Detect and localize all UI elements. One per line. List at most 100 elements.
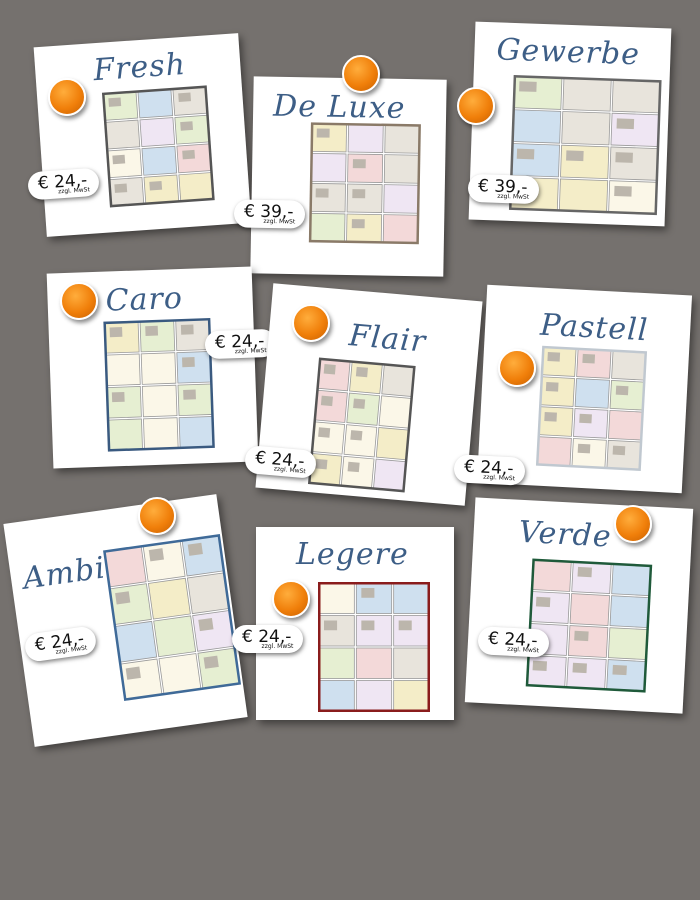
furniture	[545, 381, 559, 392]
room	[382, 214, 419, 244]
furniture	[109, 327, 123, 338]
furniture	[111, 391, 125, 403]
room	[186, 572, 230, 615]
room	[381, 363, 416, 397]
room	[103, 321, 140, 354]
floor-plan-image	[525, 558, 653, 693]
room	[340, 455, 375, 490]
furniture	[149, 181, 163, 191]
vat-note: zzgl. MwSt	[482, 473, 516, 483]
room	[178, 416, 215, 449]
furniture	[566, 150, 584, 162]
room	[536, 436, 572, 467]
room	[139, 117, 176, 148]
furniture	[615, 152, 633, 163]
plan-card-legere[interactable]: Legere	[256, 527, 454, 720]
room	[158, 653, 202, 695]
furniture	[574, 630, 589, 642]
furniture	[320, 395, 333, 407]
vat-note: zzgl. MwSt	[261, 643, 294, 650]
furniture	[183, 389, 196, 400]
furniture	[516, 148, 535, 160]
price-tag: € 24,- zzgl. MwSt	[27, 167, 101, 201]
card-title: Flair	[347, 318, 428, 360]
room	[529, 591, 571, 624]
room	[393, 647, 430, 679]
furniture	[347, 461, 360, 473]
furniture	[148, 548, 164, 562]
furniture	[198, 617, 214, 632]
furniture	[350, 430, 363, 441]
plan-card-fresh[interactable]: Fresh	[33, 33, 252, 237]
plan-card-de-luxe[interactable]: De Luxe	[250, 76, 447, 277]
floor-plan-image	[308, 122, 421, 245]
room	[531, 559, 572, 592]
room	[142, 540, 186, 582]
room	[141, 145, 178, 176]
room	[181, 534, 225, 577]
room	[384, 124, 421, 154]
room	[608, 409, 644, 441]
room	[513, 75, 563, 110]
price-tag: € 24,- zzgl. MwSt	[232, 625, 304, 653]
furniture	[612, 445, 626, 456]
room	[511, 109, 562, 144]
plan-card-verde[interactable]: Verde	[464, 497, 694, 714]
room	[383, 184, 420, 214]
room	[561, 111, 611, 146]
room	[141, 384, 178, 418]
price-tag: € 39,- zzgl. MwSt	[233, 199, 306, 229]
furniture	[125, 666, 141, 680]
furniture	[114, 183, 128, 193]
room	[539, 376, 575, 407]
room	[383, 154, 420, 184]
furniture	[582, 353, 596, 364]
furniture	[182, 357, 195, 368]
furniture	[579, 413, 592, 424]
floor-plan-image	[318, 582, 430, 712]
pushpin-icon	[614, 505, 652, 543]
floor-plan-image	[307, 357, 416, 493]
room	[107, 418, 143, 451]
room	[103, 545, 147, 588]
room	[316, 358, 351, 392]
price-tag: € 24,- zzgl. MwSt	[453, 454, 527, 486]
room	[609, 146, 659, 181]
room	[139, 319, 176, 353]
price-tag: € 39,- zzgl. MwSt	[467, 173, 540, 205]
room	[373, 458, 407, 492]
floor-plan-image	[103, 317, 215, 452]
furniture	[353, 398, 366, 409]
room	[309, 212, 346, 243]
room	[147, 577, 191, 620]
room	[318, 582, 355, 614]
furniture	[351, 219, 365, 229]
pushpin-icon	[60, 282, 98, 320]
furniture	[178, 92, 192, 103]
furniture	[315, 458, 328, 470]
room	[140, 352, 177, 385]
card-title: De Luxe	[272, 88, 406, 126]
room	[573, 408, 609, 439]
room	[197, 647, 241, 690]
room	[355, 582, 393, 614]
furniture	[115, 591, 131, 605]
room	[567, 625, 609, 658]
furniture	[180, 324, 194, 335]
room	[314, 389, 348, 423]
room	[143, 417, 179, 450]
room	[608, 180, 658, 215]
room	[105, 353, 141, 387]
furniture	[612, 664, 627, 676]
card-title: Gewerbe	[495, 32, 641, 73]
furniture	[519, 81, 537, 92]
card-title: Legere	[296, 537, 409, 572]
vat-note: zzgl. MwSt	[263, 217, 296, 226]
room	[355, 615, 393, 647]
plan-card-ambiente[interactable]: Ambiente	[3, 494, 248, 747]
room	[192, 609, 236, 652]
room	[114, 620, 158, 663]
card-title: Fresh	[92, 46, 188, 89]
room	[609, 595, 650, 629]
furniture	[398, 620, 412, 631]
